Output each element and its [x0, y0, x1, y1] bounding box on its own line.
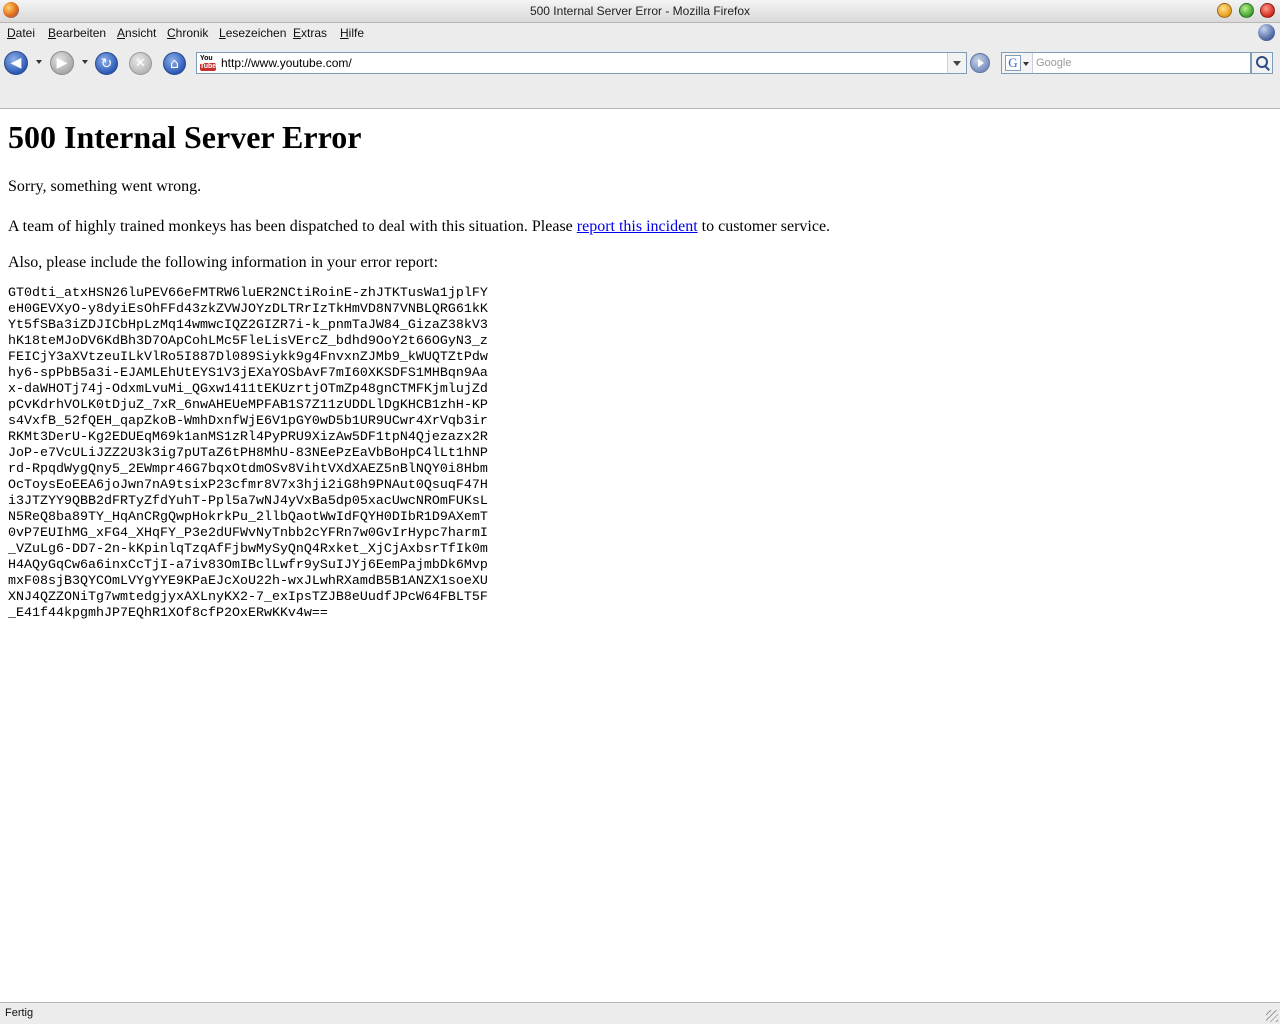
forward-button[interactable]: ▶ [50, 51, 74, 75]
page-content: 500 Internal Server Error Sorry, somethi… [0, 109, 1280, 1002]
include-info-text: Also, please include the following infor… [8, 254, 439, 271]
url-text[interactable]: http://www.youtube.com/ [221, 56, 352, 70]
search-engine-selector[interactable]: G [1002, 53, 1033, 73]
menu-datei[interactable]: Datei [7, 26, 35, 40]
menu-ansicht[interactable]: Ansicht [117, 26, 156, 40]
url-history-dropdown[interactable] [947, 53, 966, 73]
menu-chronik[interactable]: Chronik [167, 26, 208, 40]
menu-extras[interactable]: Extras [293, 26, 327, 40]
url-bar[interactable]: You Tube http://www.youtube.com/ [196, 52, 967, 74]
monkeys-text: A team of highly trained monkeys has bee… [8, 218, 831, 235]
menu-bar: Datei Bearbeiten Ansicht Chronik Lesezei… [0, 23, 1280, 44]
sorry-text: Sorry, something went wrong. [8, 178, 202, 195]
minimize-button[interactable] [1217, 3, 1232, 18]
google-icon: G [1005, 55, 1021, 71]
window-title: 500 Internal Server Error - Mozilla Fire… [529, 4, 751, 18]
report-incident-link[interactable]: report this incident [577, 218, 698, 235]
reload-button[interactable]: ↻ [95, 52, 118, 75]
resize-grip-icon[interactable] [1266, 1010, 1278, 1022]
menu-lesezeichen[interactable]: Lesezeichen [219, 26, 286, 40]
back-button[interactable]: ◀ [4, 51, 28, 75]
menu-bearbeiten[interactable]: Bearbeiten [48, 26, 106, 40]
error-heading: 500 Internal Server Error [8, 119, 362, 155]
bookmarks-toolbar [0, 82, 1280, 109]
go-button[interactable] [970, 53, 990, 73]
throbber-icon [1258, 24, 1275, 41]
search-button[interactable] [1251, 52, 1273, 74]
title-bar: 500 Internal Server Error - Mozilla Fire… [0, 0, 1280, 23]
home-button[interactable]: ⌂ [163, 52, 186, 75]
search-input[interactable]: Google [1036, 57, 1071, 69]
back-history-dropdown[interactable] [36, 60, 42, 64]
maximize-button[interactable] [1239, 3, 1254, 18]
youtube-favicon-icon: You Tube [200, 55, 217, 71]
status-bar: Fertig [0, 1002, 1280, 1024]
forward-history-dropdown[interactable] [82, 60, 88, 64]
stop-button[interactable]: ✕ [129, 52, 152, 75]
error-report-code: GT0dti_atxHSN26luPEV66eFMTRW6luER2NCtiRo… [8, 286, 488, 621]
search-bar[interactable]: G Google [1001, 52, 1251, 74]
chevron-down-icon [1023, 62, 1029, 66]
close-button[interactable] [1260, 3, 1275, 18]
status-text: Fertig [5, 1007, 34, 1019]
menu-hilfe[interactable]: Hilfe [340, 26, 364, 40]
